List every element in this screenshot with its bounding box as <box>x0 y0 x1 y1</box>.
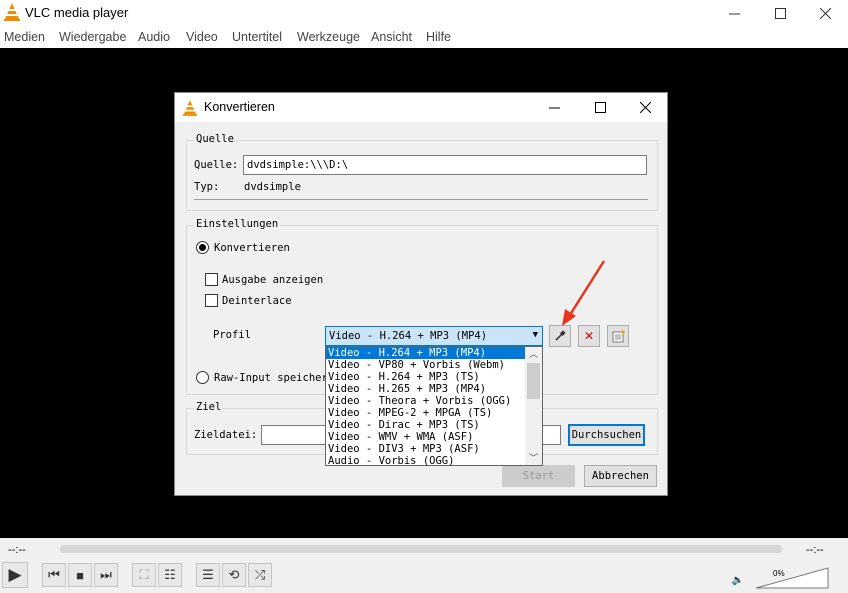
menu-werkzeuge[interactable]: Werkzeuge <box>297 30 360 44</box>
wrench-icon <box>555 330 566 341</box>
raw-input-radio[interactable] <box>196 371 209 384</box>
menu-wiedergabe[interactable]: Wiedergabe <box>59 30 126 44</box>
annotation-arrow-icon <box>562 260 606 326</box>
previous-button[interactable]: ⏮ <box>42 563 66 587</box>
extended-settings-button[interactable]: ☷ <box>158 563 182 587</box>
speaker-icon[interactable]: 🔈 <box>732 574 744 586</box>
playlist-button[interactable]: ☰ <box>196 563 220 587</box>
menu-hilfe[interactable]: Hilfe <box>426 30 451 44</box>
start-button[interactable]: Start <box>502 465 575 487</box>
convert-radio[interactable] <box>196 241 209 254</box>
dialog-title: Konvertieren <box>204 100 275 114</box>
source-group-label: Quelle <box>194 133 236 145</box>
target-file-label: Zieldatei: <box>194 429 258 441</box>
profile-option[interactable]: Video - Theora + Vorbis (OGG) <box>326 395 526 407</box>
deinterlace-checkbox[interactable] <box>205 294 218 307</box>
chevron-down-icon: ▼ <box>532 330 538 340</box>
profile-option[interactable]: Video - WMV + WMA (ASF) <box>326 431 526 443</box>
type-label: Typ: <box>194 181 220 193</box>
player-controls: --:-- --:-- ▶ ⏮ ■ ⏭ ⛶ ☷ ☰ ⟲ ⤮ 🔈 0% <box>0 538 848 593</box>
playlist-icon: ☰ <box>202 567 214 582</box>
browse-button[interactable]: Durchsuchen <box>568 424 645 446</box>
cancel-button[interactable]: Abbrechen <box>584 465 657 487</box>
show-output-label: Ausgabe anzeigen <box>222 274 324 286</box>
minimize-icon <box>728 13 740 14</box>
maximize-icon <box>774 7 786 19</box>
type-value: dvdsimple <box>244 181 301 193</box>
maximize-button[interactable] <box>757 0 803 26</box>
dialog-titlebar: Konvertieren <box>175 93 667 122</box>
source-group <box>186 140 658 211</box>
show-output-checkbox[interactable] <box>205 273 218 286</box>
menu-video[interactable]: Video <box>186 30 218 44</box>
close-icon <box>819 7 831 19</box>
profile-dropdown-list: Video - H.264 + MP3 (MP4) Video - VP80 +… <box>325 346 543 467</box>
close-button[interactable] <box>802 0 848 26</box>
source-input[interactable]: dvdsimple:\\\D:\ <box>243 155 647 175</box>
loop-icon: ⟲ <box>228 567 240 582</box>
stop-button[interactable]: ■ <box>68 563 92 587</box>
vlc-cone-icon <box>183 100 197 116</box>
menu-ansicht[interactable]: Ansicht <box>371 30 412 44</box>
menu-bar: Medien Wiedergabe Audio Video Untertitel… <box>0 26 848 48</box>
profile-option[interactable]: Video - H.265 + MP3 (MP4) <box>326 383 526 395</box>
raw-input-label: Raw-Input speichern <box>214 372 335 384</box>
window-titlebar: VLC media player <box>0 0 848 26</box>
minimize-icon <box>548 107 560 109</box>
profile-option[interactable]: Audio - Vorbis (OGG) <box>326 455 526 467</box>
skip-forward-icon: ⏭ <box>100 567 112 582</box>
menu-medien[interactable]: Medien <box>4 30 45 44</box>
menu-untertitel[interactable]: Untertitel <box>232 30 282 44</box>
scrollbar-thumb[interactable] <box>527 363 540 399</box>
profile-label: Profil <box>213 329 251 341</box>
profile-option[interactable]: Video - DIV3 + MP3 (ASF) <box>326 443 526 455</box>
window-title: VLC media player <box>25 5 129 20</box>
fullscreen-icon: ⛶ <box>139 567 149 582</box>
dialog-minimize-button[interactable] <box>531 93 577 122</box>
remaining-time: --:-- <box>806 544 824 556</box>
play-icon: ▶ <box>8 565 22 584</box>
dialog-maximize-button[interactable] <box>577 93 623 122</box>
profile-option[interactable]: Video - H.264 + MP3 (MP4) <box>326 347 526 359</box>
menu-audio[interactable]: Audio <box>138 30 170 44</box>
profile-option[interactable]: Video - H.264 + MP3 (TS) <box>326 371 526 383</box>
settings-group-label: Einstellungen <box>194 218 281 230</box>
chevron-up-icon[interactable]: ︿ <box>525 347 542 361</box>
loop-button[interactable]: ⟲ <box>222 563 246 587</box>
stop-icon: ■ <box>76 567 84 583</box>
profile-option[interactable]: Video - Dirac + MP3 (TS) <box>326 419 526 431</box>
volume-slider[interactable] <box>755 567 829 589</box>
dialog-close-button[interactable] <box>622 93 668 122</box>
minimize-button[interactable] <box>711 0 757 26</box>
equalizer-icon: ☷ <box>164 567 176 582</box>
source-value: dvdsimple:\\\D:\ <box>247 159 349 171</box>
deinterlace-label: Deinterlace <box>222 295 292 307</box>
seek-bar[interactable] <box>60 545 782 553</box>
shuffle-icon: ⤮ <box>254 567 266 582</box>
skip-back-icon: ⏮ <box>48 567 60 582</box>
next-button[interactable]: ⏭ <box>94 563 118 587</box>
maximize-icon <box>594 102 606 113</box>
source-label: Quelle: <box>194 159 239 171</box>
profile-option[interactable]: Video - VP80 + Vorbis (Webm) <box>326 359 526 371</box>
chevron-down-icon[interactable]: ﹀ <box>525 451 542 465</box>
shuffle-button[interactable]: ⤮ <box>248 563 272 587</box>
elapsed-time: --:-- <box>8 544 26 556</box>
profile-option[interactable]: Video - MPEG-2 + MPGA (TS) <box>326 407 526 419</box>
red-x-icon: ✕ <box>583 329 595 343</box>
new-profile-icon <box>612 329 625 342</box>
vlc-cone-icon <box>4 3 20 21</box>
target-group-label: Ziel <box>194 401 224 413</box>
close-icon <box>639 102 651 113</box>
profile-selected-value: Video - H.264 + MP3 (MP4) <box>329 330 488 342</box>
fullscreen-button[interactable]: ⛶ <box>132 563 156 587</box>
dropdown-scrollbar[interactable]: ︿ ﹀ <box>525 347 542 465</box>
convert-radio-label: Konvertieren <box>214 242 290 254</box>
source-divider <box>194 199 648 200</box>
profile-select[interactable]: Video - H.264 + MP3 (MP4) ▼ <box>325 326 543 346</box>
play-button[interactable]: ▶ <box>2 562 28 588</box>
